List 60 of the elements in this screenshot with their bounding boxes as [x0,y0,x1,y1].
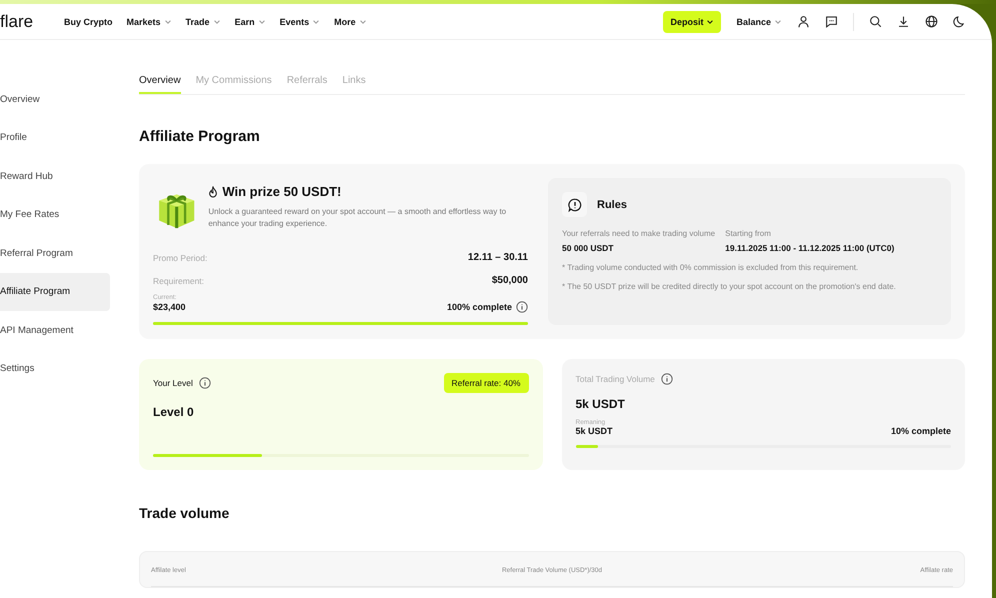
promo-description: Unlock a guaranteed reward on your spot account — a smooth and effortless way to enhance your trading experience. [208,206,508,230]
user-icon[interactable] [797,15,810,28]
balance-menu[interactable]: Balance [736,16,782,26]
search-icon[interactable] [869,15,882,28]
sidebar-item[interactable]: Reward Hub [0,157,110,196]
info-icon[interactable] [660,373,673,385]
field-label: Your referrals need to make trading volume [562,229,716,238]
rule-note: * Trading volume conducted with 0% commission is excluded from this requirement. [562,262,860,274]
sidebar-item[interactable]: Referral Program [0,234,110,272]
chevron-down-icon [312,18,320,26]
tab[interactable]: Overview [139,71,181,94]
download-icon[interactable] [897,15,910,28]
flame-icon [208,186,218,198]
field-value: 50 000 USDT [562,243,614,253]
progress-text: 100% complete [446,302,512,312]
alert-icon [562,192,587,217]
nav-link[interactable]: Buy Crypto [64,16,113,26]
chat-icon[interactable] [825,15,838,28]
rules-title: Rules [597,198,627,210]
chevron-down-icon [358,18,367,26]
level-value: Level 0 [153,405,195,419]
sidebar-item[interactable]: Overview [0,80,110,118]
remaining-value: 5k USDT [576,426,613,436]
page-title: Affiliate Program [139,128,261,145]
sidebar-item[interactable]: Settings [0,350,110,388]
sidebar-item[interactable]: Profile [0,118,110,157]
sidebar-item[interactable]: Affiliate Program [0,272,110,311]
progress-text: 10% complete [890,426,951,436]
current-value: $23,400 [153,302,186,312]
nav-link[interactable]: Events [280,16,320,26]
field-value: 12.11 – 30.11 [468,252,528,263]
field-label: Starting from [725,229,772,238]
card-label: Your Level [153,378,193,388]
nav-link[interactable]: Trade [186,16,221,26]
info-icon[interactable] [516,301,528,313]
caret-icon [706,18,714,26]
sidebar-item[interactable]: My Fee Rates [0,196,110,234]
chevron-down-icon [258,18,266,26]
chevron-down-icon [164,18,172,26]
info-icon[interactable] [198,377,211,389]
chevron-down-icon [774,18,782,26]
deposit-button[interactable]: Deposit [663,10,722,32]
logo[interactable]: flare [0,12,64,32]
sidebar-item[interactable]: API Management [0,311,110,350]
field-label: Requirement: [153,276,204,286]
rule-note: * The 50 USDT prize will be credited directly to your spot account on the promotion's end date. [562,281,897,293]
promo-title: Win prize 50 USDT! [208,184,528,199]
nav-link[interactable]: More [334,16,367,26]
chevron-down-icon [212,18,221,26]
referral-rate-badge: Referral rate: 40% [444,373,528,393]
globe-icon[interactable] [925,15,938,28]
volume-value: 5k USDT [576,397,626,411]
moon-icon[interactable] [953,15,966,28]
nav-link[interactable]: Markets [126,16,172,26]
field-label: Promo Period: [153,253,208,263]
nav-link[interactable]: Earn [234,16,266,26]
field-value: 19.11.2025 11:00 - 11.12.2025 11:00 (UTC0) [725,243,894,253]
field-value: $50,000 [492,275,528,286]
section-title: Trade volume [139,505,230,521]
card-label: Total Trading Volume [576,374,655,384]
